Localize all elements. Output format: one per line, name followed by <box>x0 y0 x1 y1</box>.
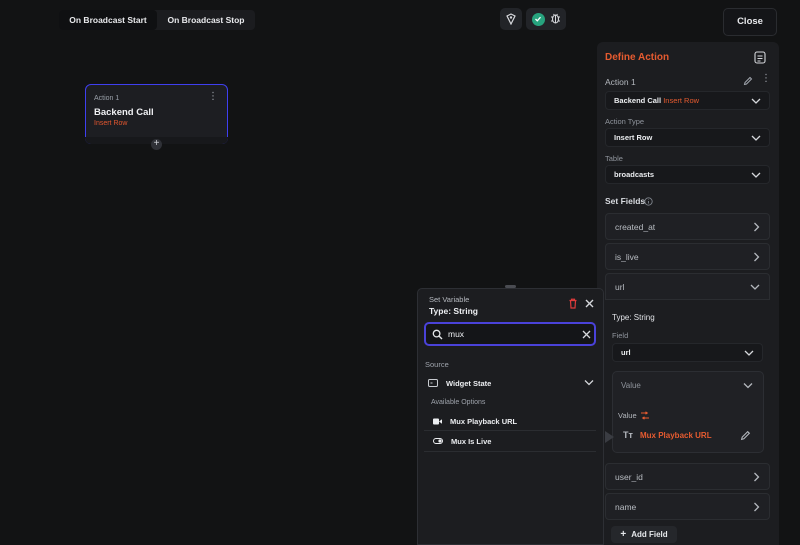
source-value: Widget State <box>446 378 492 388</box>
table-label: Table <box>605 154 623 163</box>
more-vert-icon[interactable]: ⋮ <box>208 92 218 102</box>
search-input[interactable]: mux <box>448 329 464 339</box>
panel-title: Define Action <box>605 52 670 63</box>
value-source[interactable]: Mux Playback URL <box>640 431 712 440</box>
field-row-created-at[interactable]: created_at <box>605 213 770 240</box>
field-select[interactable]: url <box>612 343 763 362</box>
field-row-url[interactable]: url <box>605 273 770 300</box>
chevron-right-icon <box>754 502 760 511</box>
field-name: name <box>615 501 637 512</box>
action-label: Action 1 <box>605 77 636 87</box>
chevron-down-icon <box>744 350 754 356</box>
status-group <box>526 8 566 30</box>
option-mux-is-live[interactable]: Mux Is Live <box>424 431 596 451</box>
action-select-value: Backend Call <box>614 96 662 105</box>
chevron-down-icon <box>584 380 594 386</box>
text-type-icon: Tт <box>623 430 633 440</box>
add-action-button[interactable]: + <box>151 139 162 150</box>
close-icon[interactable] <box>585 299 594 310</box>
chevron-right-icon <box>754 252 760 261</box>
field-type-label: Type: String <box>612 313 655 322</box>
trigger-tabs: On Broadcast Start On Broadcast Stop <box>59 10 255 30</box>
options-divider <box>424 451 596 452</box>
tab-on-broadcast-start[interactable]: On Broadcast Start <box>59 10 157 30</box>
popup-title: Set Variable <box>429 295 470 304</box>
debug-icon[interactable] <box>550 12 561 26</box>
info-icon[interactable] <box>644 197 653 208</box>
action-type-label: Action Type <box>605 117 645 126</box>
chevron-down-icon[interactable] <box>743 382 753 389</box>
chevron-down-icon <box>750 284 760 290</box>
action-type-select[interactable]: Insert Row <box>605 128 770 147</box>
action-type-value: Insert Row <box>614 133 653 142</box>
source-widget-state[interactable]: Widget State <box>424 373 596 393</box>
clear-icon[interactable] <box>582 330 591 339</box>
build-icon[interactable] <box>500 8 522 30</box>
edit-value-icon[interactable] <box>740 430 751 443</box>
variable-search-field[interactable]: mux <box>424 322 596 346</box>
chevron-down-icon <box>751 98 761 104</box>
available-options-label: Available Options <box>431 399 486 406</box>
close-button[interactable]: Close <box>723 8 777 36</box>
widget-state-icon <box>428 379 438 387</box>
search-icon <box>432 329 443 340</box>
plus-icon: + <box>620 529 627 540</box>
field-name: user_id <box>615 471 643 482</box>
field-select-value: url <box>621 348 631 357</box>
delete-icon[interactable] <box>568 298 578 311</box>
value-label: Value <box>618 411 637 420</box>
chevron-right-icon <box>754 472 760 481</box>
connector-arrow <box>605 431 614 443</box>
field-row-user-id[interactable]: user_id <box>605 463 770 490</box>
node-description: Insert Row <box>94 120 128 127</box>
action-select[interactable]: Backend Call Insert Row <box>605 91 770 110</box>
node-title: Backend Call <box>94 107 154 118</box>
document-icon[interactable] <box>754 51 766 66</box>
field-label: Field <box>612 331 629 340</box>
toggle-icon <box>433 438 443 444</box>
field-row-name[interactable]: name <box>605 493 770 520</box>
tab-on-broadcast-stop[interactable]: On Broadcast Stop <box>157 10 255 30</box>
chevron-right-icon <box>754 222 760 231</box>
field-name: created_at <box>615 221 656 232</box>
field-name: url <box>615 281 625 292</box>
field-row-is-live[interactable]: is_live <box>605 243 770 270</box>
value-header: Value <box>621 381 641 390</box>
popup-type: Type: String <box>429 306 478 316</box>
option-label: Mux Is Live <box>451 436 492 446</box>
video-icon <box>433 418 442 425</box>
source-label: Source <box>425 360 449 369</box>
variable-icon[interactable] <box>640 411 650 422</box>
edit-icon[interactable] <box>743 76 753 88</box>
node-subtitle: Action 1 <box>94 95 120 102</box>
action-select-suffix: Insert Row <box>663 96 700 105</box>
add-field-button[interactable]: + Add Field <box>611 526 677 543</box>
action-more-icon[interactable]: ⋮ <box>761 73 771 84</box>
chevron-down-icon <box>751 172 761 178</box>
option-label: Mux Playback URL <box>450 416 518 426</box>
table-select[interactable]: broadcasts <box>605 165 770 184</box>
option-mux-playback-url[interactable]: Mux Playback URL <box>424 411 596 431</box>
check-icon[interactable] <box>531 12 545 26</box>
field-name: is_live <box>615 251 639 262</box>
set-fields-label: Set Fields <box>605 196 646 206</box>
add-field-label: Add Field <box>631 530 668 539</box>
action-node[interactable]: Action 1 Backend Call Insert Row ⋮ <box>85 84 228 144</box>
table-value: broadcasts <box>614 170 655 179</box>
chevron-down-icon <box>751 135 761 141</box>
